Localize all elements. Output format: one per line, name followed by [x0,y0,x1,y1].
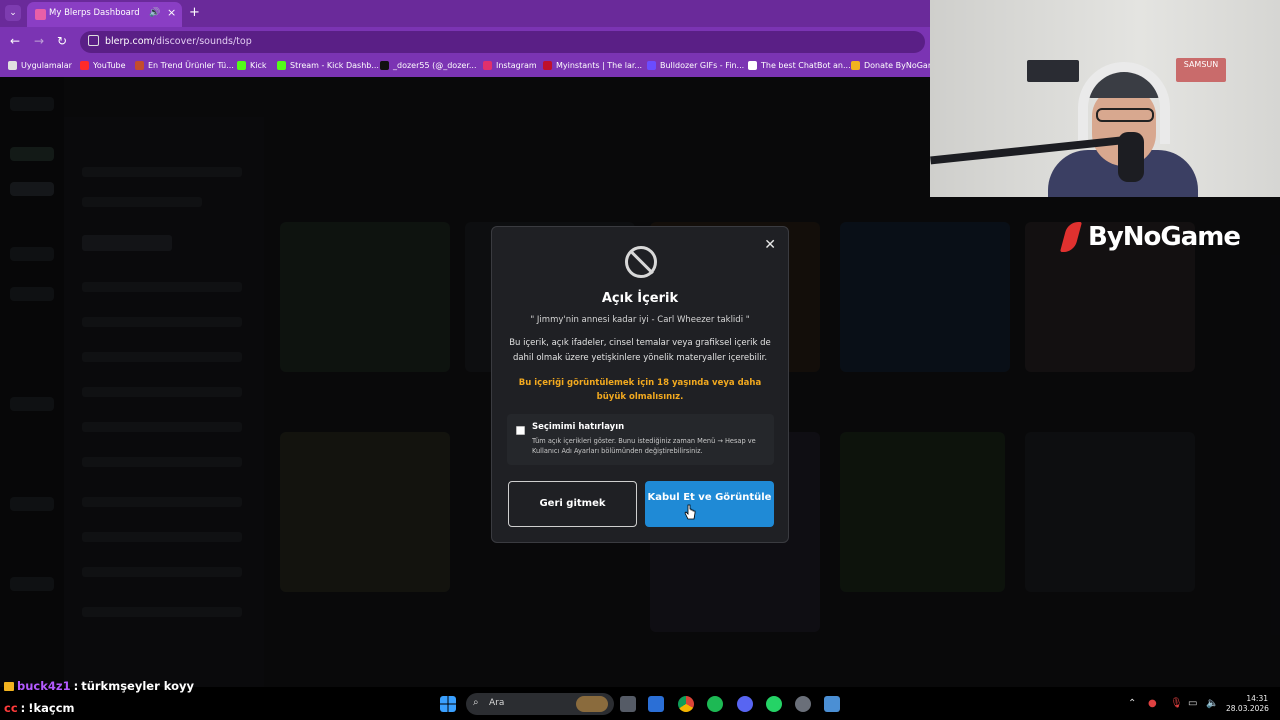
webcam-feed: SAMSUN [930,0,1280,197]
remember-choice-box: Seçimimi hatırlayın Tüm açık içerikleri … [507,414,774,465]
windows-taskbar [0,687,1280,720]
accept-and-view-button[interactable]: Kabul Et ve Görüntüle [645,481,774,527]
bookmark-label: YouTube [93,61,126,70]
bookmark-label: Instagram [496,61,537,70]
bookmark-label: Stream - Kick Dashb... [290,61,379,70]
forward-arrow-icon[interactable]: → [34,34,44,48]
youtube-icon [80,61,89,70]
remember-checkbox[interactable] [516,426,525,435]
store-icon[interactable] [648,696,664,712]
bookmarks-bar: Uygulamalar YouTube En Trend Ürünler Tü...… [0,57,936,77]
explicit-content-dialog: ✕ Açık İçerik " Jimmy'nin annesi kadar i… [491,226,789,543]
go-back-button[interactable]: Geri gitmek [508,481,637,527]
microphone-icon[interactable]: 🎙 [1170,698,1183,709]
dialog-title: Açık İçerik [601,291,679,306]
dialog-description: Bu içerik, açık ifadeler, cinsel temalar… [509,338,771,363]
taskbar-clock[interactable]: 14:31 28.03.2026 [1226,694,1269,714]
url-path: /discover/sounds/top [152,36,252,47]
age-warning: Bu içeriği görüntülemek için 18 yaşında … [518,378,762,402]
bookmark-item[interactable]: The best ChatBot an... [748,61,851,70]
back-arrow-icon[interactable]: ← [10,34,20,48]
bookmark-item[interactable]: _dozer55 (@_dozer... [380,61,477,70]
chrome-icon[interactable] [678,696,694,712]
bookmark-label: Myinstants | The lar... [556,61,643,70]
tiktok-icon [380,61,389,70]
kick-icon [277,61,286,70]
bookmark-label: Uygulamalar [21,61,72,70]
prohibited-icon [625,246,657,278]
bookmark-label: _dozer55 (@_dozer... [393,61,477,70]
bookmark-label: Kick [250,61,267,70]
bookmark-item[interactable]: YouTube [80,61,126,70]
bookmark-item[interactable]: Kick [237,61,267,70]
bookmark-item[interactable]: Instagram [483,61,537,70]
address-bar-row: ← → ↻ blerp.com/discover/sounds/top [0,27,930,57]
windows-start-icon[interactable] [440,696,456,712]
sound-title-quote: " Jimmy'nin annesi kadar iyi - Carl Whee… [530,315,750,325]
taskbar-search-input[interactable]: ⌕ Ara [466,693,614,715]
bookmark-item[interactable]: Uygulamalar [8,61,72,70]
bookmark-label: En Trend Ürünler Tü... [148,61,234,70]
bookmark-item[interactable]: Bulldozer GIFs - Fin... [647,61,744,70]
close-tab-icon[interactable]: × [167,6,176,19]
search-highlight-image [576,696,608,712]
tray-chevron-icon[interactable]: ⌃ [1128,698,1136,709]
bookmark-item[interactable]: Donate ByNoGam [851,61,936,70]
volume-icon[interactable]: 🔈 [1206,698,1218,709]
url-text: blerp.com/discover/sounds/top [105,36,252,47]
browser-tab[interactable]: My Blerps Dashboard 🔊 × [27,2,182,27]
bookmark-item[interactable]: Stream - Kick Dashb... [277,61,379,70]
blerp-favicon-icon [35,9,46,20]
url-host: blerp.com [105,36,153,47]
logo-text: ByNoGame [1088,222,1241,252]
bookmark-label: Donate ByNoGam [864,61,936,70]
bookmark-label: The best ChatBot an... [761,61,851,70]
reload-icon[interactable]: ↻ [57,34,67,48]
donate-icon [851,61,860,70]
app-icon[interactable] [795,696,811,712]
wall-sign [1027,60,1079,82]
bookmark-item[interactable]: En Trend Ürünler Tü... [135,61,234,70]
network-icon[interactable]: ▭ [1188,698,1197,709]
chatbot-icon [748,61,757,70]
globe-icon [135,61,144,70]
speaker-icon[interactable]: 🔊 [149,8,160,18]
tray-app-icon[interactable]: ● [1148,698,1157,709]
microphone-icon [1118,132,1144,182]
bookmark-item[interactable]: Myinstants | The lar... [543,61,642,70]
new-tab-icon[interactable]: + [189,5,200,20]
bynogame-logo-icon [1060,220,1084,254]
bynogame-logo: ByNoGame [1060,219,1241,255]
remember-label[interactable]: Seçimimi hatırlayın [532,422,624,432]
giphy-icon [647,61,656,70]
instagram-icon [483,61,492,70]
bookmark-label: Bulldozer GIFs - Fin... [660,61,745,70]
tab-search-icon[interactable]: ⌄ [5,5,21,21]
whatsapp-icon[interactable] [766,696,782,712]
clock-date: 28.03.2026 [1226,704,1269,713]
myinstants-icon [543,61,552,70]
discord-icon[interactable] [737,696,753,712]
close-icon[interactable]: ✕ [764,237,776,253]
task-view-icon[interactable] [620,696,636,712]
screen: ⌄ My Blerps Dashboard 🔊 × + ← → ↻ blerp.… [0,0,1280,720]
tab-title: My Blerps Dashboard [49,8,140,18]
app-icon[interactable] [824,696,840,712]
browser-tab-strip: ⌄ My Blerps Dashboard 🔊 × + [0,0,930,27]
site-info-icon[interactable] [88,35,99,46]
spotify-icon[interactable] [707,696,723,712]
clock-time: 14:31 [1246,694,1268,703]
apps-grid-icon [8,61,17,70]
kick-icon [237,61,246,70]
hand-cursor-icon [684,504,696,520]
wall-sign: SAMSUN [1176,58,1226,82]
url-input[interactable]: blerp.com/discover/sounds/top [80,31,925,53]
remember-description: Tüm açık içerikleri göster. Bunu istediğ… [532,437,756,455]
search-placeholder: Ara [489,698,505,708]
search-icon: ⌕ [473,697,479,708]
